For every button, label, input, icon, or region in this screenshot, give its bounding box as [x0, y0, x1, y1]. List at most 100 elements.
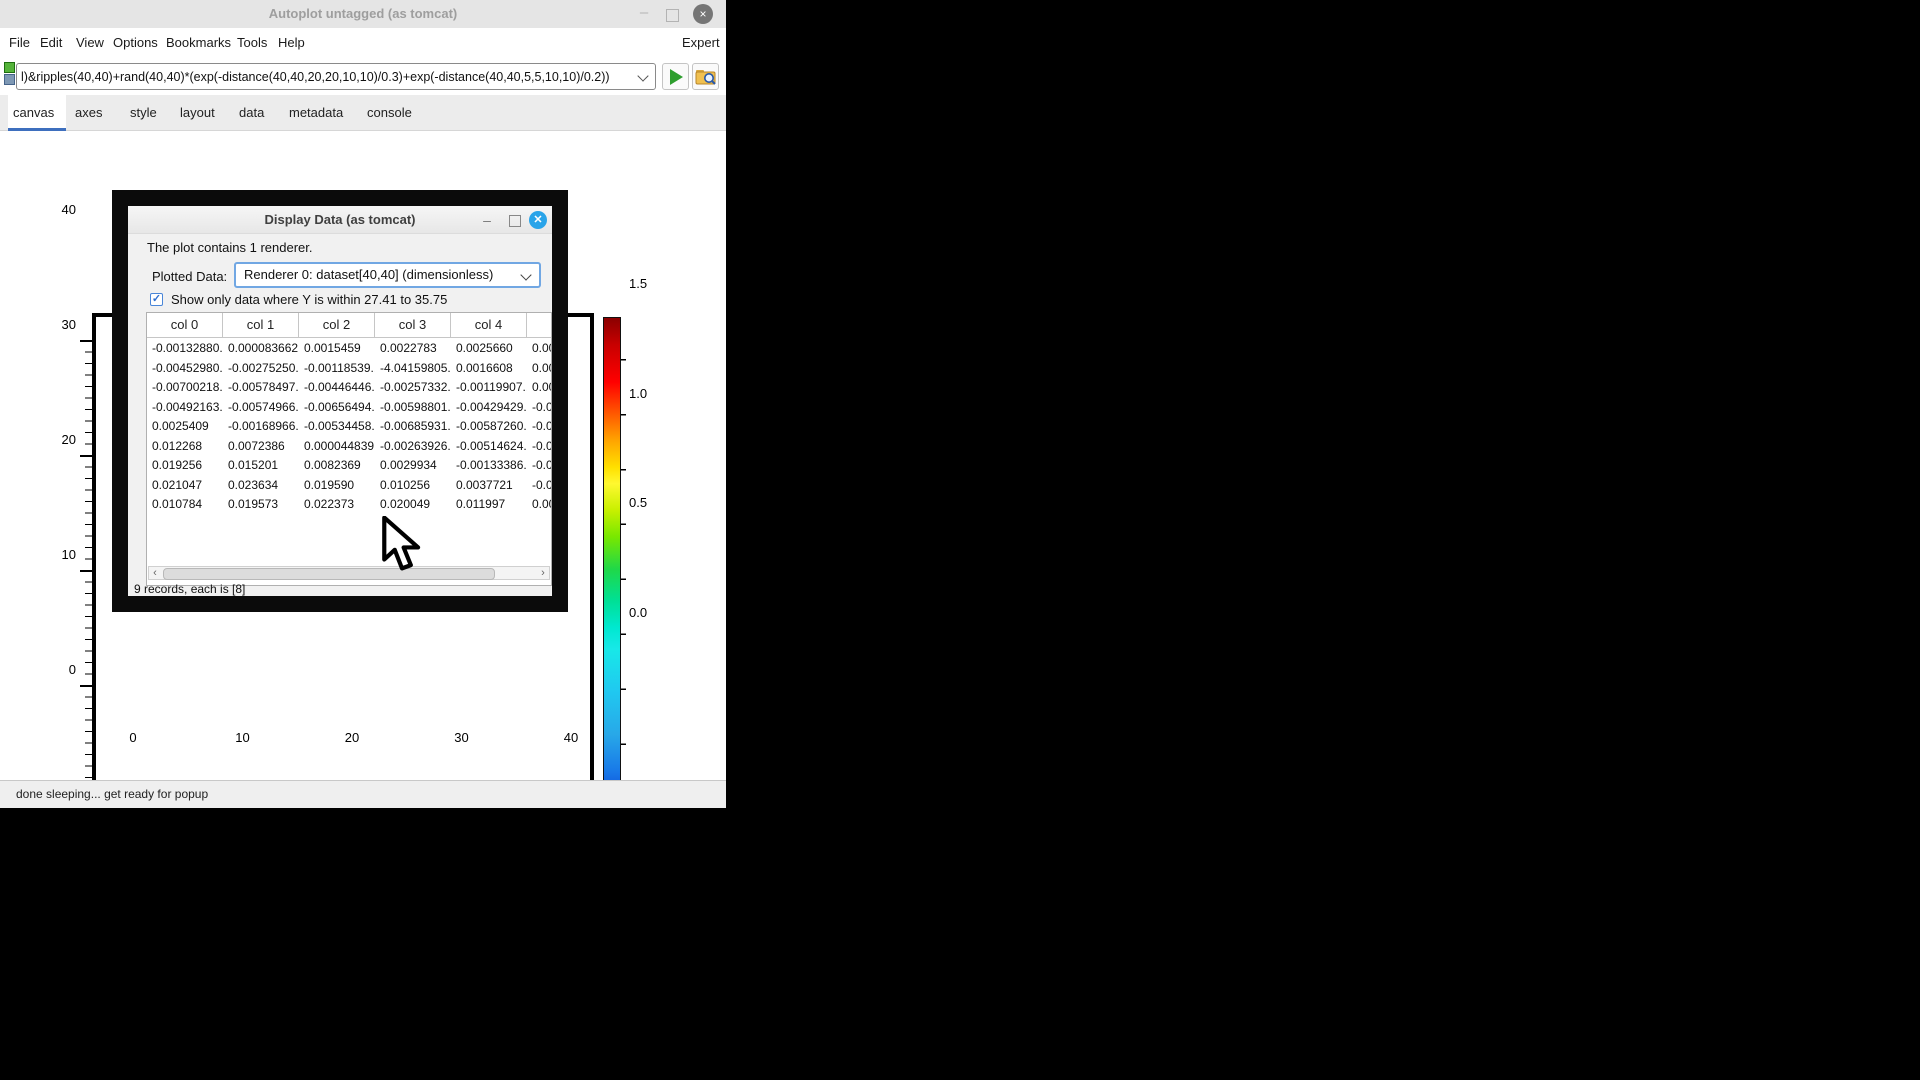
table-cell[interactable]: 0.0037721 — [451, 476, 527, 496]
window-maximize-button[interactable] — [666, 9, 679, 22]
table-header-cell-1[interactable]: col 1 — [223, 313, 299, 337]
table-cell[interactable]: -0.00118539... — [299, 359, 375, 379]
table-cell[interactable]: 0.0015459 — [299, 339, 375, 359]
table-cell[interactable]: 0.0022783 — [375, 339, 451, 359]
table-row-1[interactable]: -0.00452980...-0.00275250...-0.00118539.… — [147, 359, 552, 379]
table-cell[interactable]: -0.00132880... — [147, 339, 223, 359]
table-cell[interactable]: -0.00263926... — [375, 437, 451, 457]
table-cell[interactable]: 0.00 — [527, 359, 552, 379]
table-row-7[interactable]: 0.0210470.0236340.0195900.0102560.003772… — [147, 476, 552, 496]
table-cell[interactable]: 0.019590 — [299, 476, 375, 496]
table-cell[interactable]: 0.0072386 — [223, 437, 299, 457]
table-cell[interactable]: -0.00534458... — [299, 417, 375, 437]
table-cell[interactable]: 0.00 — [527, 378, 552, 398]
table-cell[interactable]: -0.00578497... — [223, 378, 299, 398]
window-minimize-button[interactable]: – — [636, 4, 652, 22]
table-cell[interactable]: -0.00446446... — [299, 378, 375, 398]
table-cell[interactable]: -0.00514624... — [451, 437, 527, 457]
table-cell[interactable]: 0.020049 — [375, 495, 451, 515]
inspect-uri-button[interactable] — [692, 63, 719, 90]
table-cell[interactable]: -0.00119907... — [451, 378, 527, 398]
data-table[interactable]: col 0col 1col 2col 3col 4 -0.00132880...… — [146, 312, 552, 586]
dialog-title-bar[interactable]: Display Data (as tomcat) – ✕ — [128, 206, 552, 234]
table-header-cell-4[interactable]: col 4 — [451, 313, 527, 337]
menu-item-help[interactable]: Help — [278, 28, 305, 58]
menu-item-view[interactable]: View — [76, 28, 104, 58]
table-row-4[interactable]: 0.0025409-0.00168966...-0.00534458...-0.… — [147, 417, 552, 437]
table-cell[interactable]: -0.00598801... — [375, 398, 451, 418]
table-row-3[interactable]: -0.00492163...-0.00574966...-0.00656494.… — [147, 398, 552, 418]
go-plot-button[interactable] — [662, 63, 689, 90]
dialog-minimize-button[interactable]: – — [480, 211, 494, 229]
table-cell[interactable]: 0.011997 — [451, 495, 527, 515]
table-cell[interactable]: 0.000044839 — [299, 437, 375, 457]
colorbar[interactable] — [603, 317, 621, 780]
table-header-cell-0[interactable]: col 0 — [147, 313, 223, 337]
menu-item-bookmarks[interactable]: Bookmarks — [166, 28, 231, 58]
table-row-0[interactable]: -0.00132880...0.0000836620.00154590.0022… — [147, 339, 552, 359]
table-cell[interactable]: 0.021047 — [147, 476, 223, 496]
window-close-button[interactable]: × — [693, 4, 713, 24]
table-cell[interactable]: -0.00275250... — [223, 359, 299, 379]
horizontal-scrollbar[interactable]: ‹ › — [148, 566, 550, 580]
scroll-left-button[interactable]: ‹ — [149, 567, 161, 579]
table-row-6[interactable]: 0.0192560.0152010.00823690.0029934-0.001… — [147, 456, 552, 476]
table-cell[interactable]: -4.04159805... — [375, 359, 451, 379]
table-cell[interactable]: -0.00700218... — [147, 378, 223, 398]
tab-layout[interactable]: layout — [180, 95, 215, 131]
menu-item-edit[interactable]: Edit — [40, 28, 62, 58]
table-row-5[interactable]: 0.0122680.00723860.000044839-0.00263926.… — [147, 437, 552, 457]
table-cell[interactable]: -0.00574966... — [223, 398, 299, 418]
uri-input[interactable] — [21, 65, 629, 88]
tab-axes[interactable]: axes — [75, 95, 102, 131]
table-cell[interactable]: -0.0 — [527, 398, 552, 418]
table-cell[interactable]: -0.00656494... — [299, 398, 375, 418]
scroll-right-button[interactable]: › — [537, 567, 549, 579]
menu-item-options[interactable]: Options — [113, 28, 158, 58]
table-cell[interactable]: -0.00133386... — [451, 456, 527, 476]
plotted-data-select[interactable]: Renderer 0: dataset[40,40] (dimensionles… — [234, 262, 541, 288]
menu-item-file[interactable]: File — [9, 28, 30, 58]
table-row-8[interactable]: 0.0107840.0195730.0223730.0200490.011997… — [147, 495, 552, 515]
table-header-cell-3[interactable]: col 3 — [375, 313, 451, 337]
table-cell[interactable]: 0.022373 — [299, 495, 375, 515]
dialog-maximize-button[interactable] — [509, 215, 521, 227]
table-cell[interactable]: -0.00685931... — [375, 417, 451, 437]
table-cell[interactable]: 0.0025409 — [147, 417, 223, 437]
table-cell[interactable]: -0.00452980... — [147, 359, 223, 379]
table-cell[interactable]: 0.0082369 — [299, 456, 375, 476]
table-header-cell-5[interactable] — [527, 313, 552, 337]
tab-canvas[interactable]: canvas — [13, 95, 54, 131]
table-cell[interactable]: -0.0 — [527, 417, 552, 437]
table-cell[interactable]: 0.023634 — [223, 476, 299, 496]
filter-checkbox[interactable]: ✓ — [150, 293, 163, 306]
table-cell[interactable]: 0.0029934 — [375, 456, 451, 476]
window-title-bar[interactable]: Autoplot untagged (as tomcat) – × — [0, 0, 726, 28]
table-cell[interactable]: -0.00257332... — [375, 378, 451, 398]
scrollbar-thumb[interactable] — [163, 568, 495, 580]
table-cell[interactable]: 0.010784 — [147, 495, 223, 515]
table-cell[interactable]: 0.012268 — [147, 437, 223, 457]
table-cell[interactable]: 0.019256 — [147, 456, 223, 476]
table-cell[interactable]: 0.019573 — [223, 495, 299, 515]
expert-mode-label[interactable]: Expert — [682, 28, 720, 58]
tab-style[interactable]: style — [130, 95, 157, 131]
tab-data[interactable]: data — [239, 95, 264, 131]
table-cell[interactable]: -0.0 — [527, 476, 552, 496]
table-cell[interactable]: -0.00429429... — [451, 398, 527, 418]
table-cell[interactable]: -0.0 — [527, 437, 552, 457]
table-cell[interactable]: 0.015201 — [223, 456, 299, 476]
table-cell[interactable]: -0.00168966... — [223, 417, 299, 437]
table-row-2[interactable]: -0.00700218...-0.00578497...-0.00446446.… — [147, 378, 552, 398]
table-cell[interactable]: 0.0025660 — [451, 339, 527, 359]
table-cell[interactable]: 0.00 — [527, 339, 552, 359]
table-cell[interactable]: -0.00492163... — [147, 398, 223, 418]
table-cell[interactable]: 0.00 — [527, 495, 552, 515]
table-cell[interactable]: 0.000083662 — [223, 339, 299, 359]
menu-item-tools[interactable]: Tools — [237, 28, 267, 58]
tab-metadata[interactable]: metadata — [289, 95, 343, 131]
chevron-down-icon[interactable] — [637, 70, 648, 81]
table-header-cell-2[interactable]: col 2 — [299, 313, 375, 337]
dialog-close-button[interactable]: ✕ — [529, 211, 547, 229]
table-cell[interactable]: 0.0016608 — [451, 359, 527, 379]
